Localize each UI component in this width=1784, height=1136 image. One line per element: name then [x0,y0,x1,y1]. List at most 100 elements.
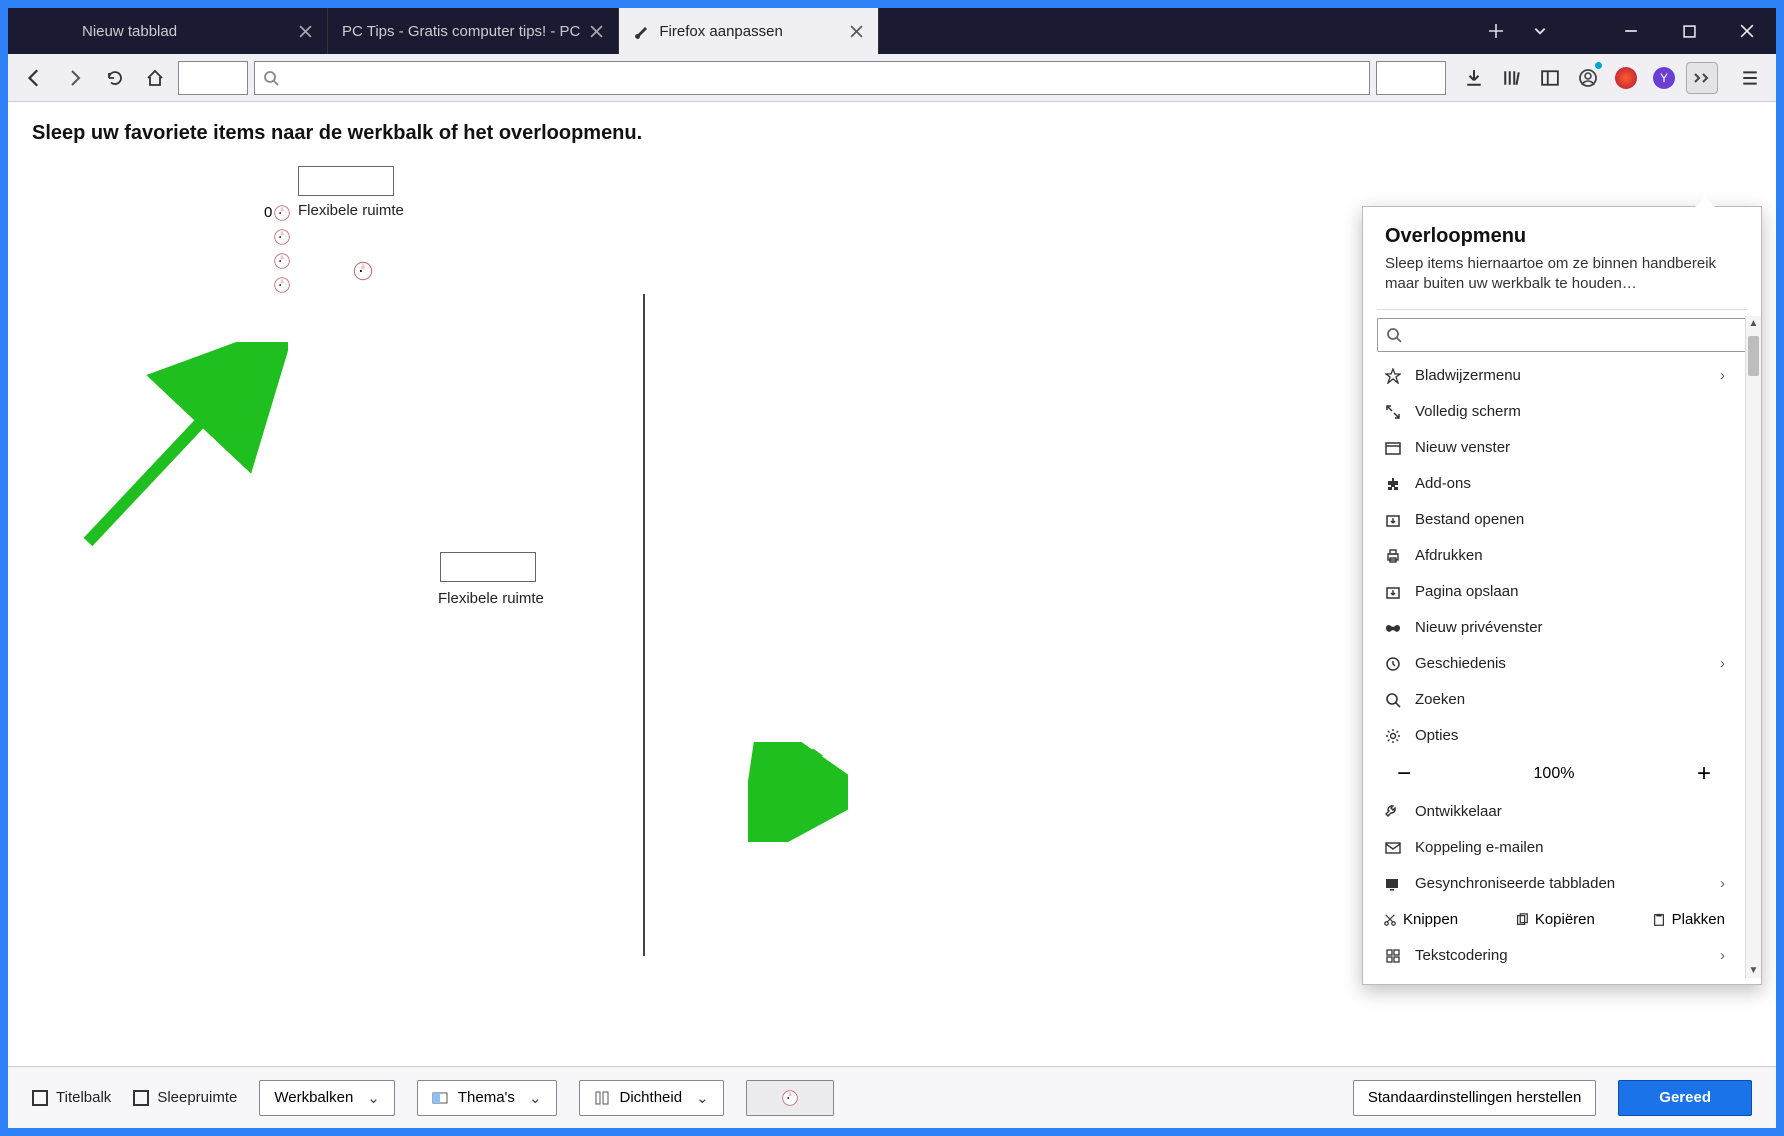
overflow-item-bookmarks[interactable]: Bladwijzermenu › [1377,358,1731,394]
item-label: Volledig scherm [1415,403,1521,420]
item-label: Geschiedenis [1415,655,1506,672]
scroll-up-icon[interactable]: ▲ [1746,318,1761,329]
tab-customize[interactable]: Firefox aanpassen [619,8,879,54]
density-icon [594,1090,610,1106]
window-maximize-button[interactable] [1660,8,1718,54]
scroll-down-icon[interactable]: ▼ [1746,965,1761,976]
item-label: Nieuw privévenster [1415,619,1543,636]
url-bar-placeholder[interactable] [254,61,1370,95]
overflow-item-dev[interactable]: Ontwikkelaar [1377,794,1731,830]
item-label: Zoeken [1415,691,1465,708]
overflow-item-fullscreen[interactable]: Volledig scherm [1377,394,1731,430]
unicorn-button[interactable] [746,1080,834,1116]
titlebar-checkbox[interactable]: Titelbalk [32,1089,111,1106]
forward-button[interactable] [58,61,92,95]
toolbar-placeholder[interactable] [178,61,248,95]
hamburger-menu-button[interactable] [1734,62,1766,94]
tab-pctips[interactable]: PC Tips - Gratis computer tips! - PC [328,8,619,54]
item-label: Flexibele ruimte [298,202,404,219]
search-icon [1383,692,1403,708]
done-button[interactable]: Gereed [1618,1080,1752,1116]
overflow-item-print[interactable]: Afdrukken [1377,538,1731,574]
annotation-arrow-icon [748,742,848,842]
scroll-thumb[interactable] [1748,336,1759,376]
unicorn-icon[interactable] [350,258,376,284]
private-window-icon [1383,622,1403,634]
restore-defaults-button[interactable]: Standaardinstellingen herstellen [1353,1080,1596,1116]
overflow-item-newwindow[interactable]: Nieuw venster [1377,430,1731,466]
toolbar-placeholder[interactable] [1376,61,1446,95]
paste-button[interactable]: Plakken [1652,911,1725,928]
zoom-in-button[interactable]: + [1697,760,1711,788]
new-window-icon [1383,440,1403,456]
window-minimize-button[interactable] [1602,8,1660,54]
cut-button[interactable]: Knippen [1383,911,1458,928]
overflow-item-addons[interactable]: Add-ons [1377,466,1731,502]
unicorn-icon[interactable] [271,250,293,272]
account-button[interactable] [1572,62,1604,94]
density-dropdown[interactable]: Dichtheid ⌄ [579,1080,724,1116]
cut-icon [1383,913,1397,927]
themes-dropdown[interactable]: Thema's ⌄ [417,1080,557,1116]
item-label: Nieuw venster [1415,439,1510,456]
chevron-down-icon: ⌄ [367,1089,380,1107]
sidebar-button[interactable] [1534,62,1566,94]
back-button[interactable] [18,61,52,95]
new-tab-button[interactable] [1474,8,1518,54]
flexible-space-item[interactable] [440,552,536,582]
library-button[interactable] [1496,62,1528,94]
tab-newtab[interactable]: Nieuw tabblad [68,8,328,54]
save-page-icon [1383,584,1403,600]
close-icon[interactable] [588,23,604,39]
email-icon [1383,840,1403,856]
tabs-dropdown-button[interactable] [1518,8,1562,54]
tab-title: Nieuw tabblad [82,23,289,40]
item-label: Knippen [1403,911,1458,928]
overflow-item-open[interactable]: Bestand openen [1377,502,1731,538]
checkbox-icon [133,1090,149,1106]
home-button[interactable] [138,61,172,95]
gear-icon [1383,728,1403,744]
zoom-out-button[interactable]: − [1397,760,1411,788]
profile-button[interactable]: Y [1648,62,1680,94]
overflow-item-save[interactable]: Pagina opslaan [1377,574,1731,610]
close-icon[interactable] [297,23,313,39]
item-label: Bladwijzermenu [1415,367,1521,384]
item-label: Gesynchroniseerde tabbladen [1415,875,1615,892]
overflow-search-item[interactable] [1377,318,1747,352]
scrollbar[interactable]: ▲ ▼ [1745,316,1761,978]
extension-button[interactable] [1610,62,1642,94]
item-label: Koppeling e-mailen [1415,839,1543,856]
item-label: Plakken [1672,911,1725,928]
dragspace-checkbox[interactable]: Sleepruimte [133,1089,237,1106]
toolbars-dropdown[interactable]: Werkbalken ⌄ [259,1080,395,1116]
item-label: Opties [1415,727,1458,744]
overflow-item-search[interactable]: Zoeken [1377,682,1731,718]
palette-heading: Sleep uw favoriete items naar de werkbal… [32,122,1752,145]
overflow-item-encoding[interactable]: Tekstcodering › [1377,938,1731,974]
window-close-button[interactable] [1718,8,1776,54]
addons-icon [1383,476,1403,492]
close-icon[interactable] [848,23,864,39]
flexible-space-item[interactable] [298,166,394,196]
copy-button[interactable]: Kopiëren [1515,911,1595,928]
unicorn-icon[interactable] [271,202,293,224]
themes-icon [432,1090,448,1106]
downloads-button[interactable] [1458,62,1490,94]
overflow-button[interactable] [1686,62,1718,94]
button-label: Gereed [1659,1089,1711,1106]
unicorn-icon[interactable] [271,226,293,248]
dropdown-label: Dichtheid [620,1089,683,1106]
overflow-item-synced[interactable]: Gesynchroniseerde tabbladen › [1377,866,1731,902]
overflow-title: Overloopmenu [1363,207,1761,254]
chevron-right-icon: › [1720,367,1725,384]
overflow-item-options[interactable]: Opties [1377,718,1731,754]
unicorn-icon[interactable] [271,274,293,296]
overflow-item-private[interactable]: Nieuw privévenster [1377,610,1731,646]
reload-button[interactable] [98,61,132,95]
search-icon [263,70,279,86]
fullscreen-icon [1383,404,1403,420]
checkbox-label: Sleepruimte [157,1089,237,1106]
overflow-item-email[interactable]: Koppeling e-mailen [1377,830,1731,866]
overflow-item-history[interactable]: Geschiedenis › [1377,646,1731,682]
